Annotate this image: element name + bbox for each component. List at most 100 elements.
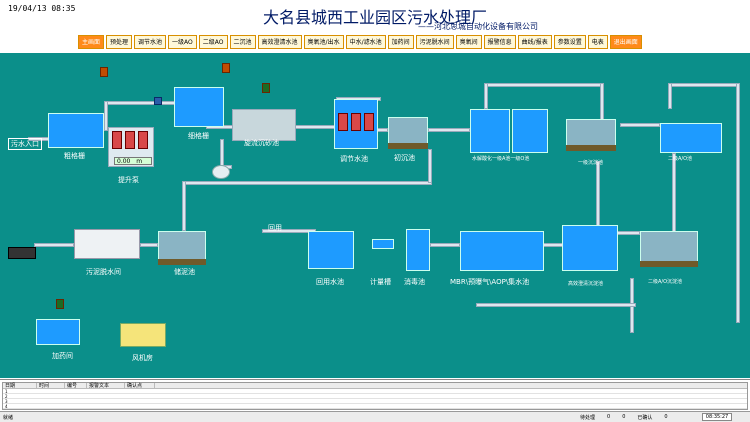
nav-dosing[interactable]: 加药间 (387, 35, 414, 49)
nav-secondary-clarifier[interactable]: 二沉池 (229, 35, 256, 49)
sludge-truck-icon (8, 247, 36, 259)
nav-pretreatment[interactable]: 预处理 (106, 35, 133, 49)
fine-screen-label: 细格栅 (188, 132, 209, 140)
grit-blower-icon[interactable] (212, 165, 230, 179)
alarm-col-confirm: 确认点 (125, 383, 155, 389)
mbr-label: MBR\预曝气\AOP\集水池 (450, 278, 530, 286)
pipe-grit-down (220, 139, 224, 167)
alarm-col-date: 日期 (3, 383, 37, 389)
grit-agitator-icon[interactable] (262, 83, 270, 93)
nav-reuse-filter[interactable]: 中水/滤水池 (345, 35, 386, 49)
second-clarifier-tank[interactable] (640, 231, 698, 265)
pipe-ao1-left-up (484, 83, 488, 109)
pipe-ao2-top (668, 83, 738, 87)
scada-window: 19/04/13 08:35 大名县城西工业园区污水处理厂 ——河北思城自动化设… (0, 0, 750, 422)
pipe-sludge-down (182, 181, 186, 231)
page-title: 大名县城西工业园区污水处理厂 (262, 8, 487, 27)
fine-screen-tank[interactable] (174, 87, 224, 127)
pipe-first-sed-down (596, 161, 600, 231)
nav-ao2[interactable]: 二级AO (198, 35, 228, 49)
status-pending-label: 待处理 (580, 415, 596, 421)
pipe-mbr-to-disinfect (430, 243, 460, 247)
nav-dewatering[interactable]: 污泥脱水间 (415, 35, 454, 49)
lift-pump-1-icon[interactable] (112, 131, 122, 149)
sludge-storage-label: 储泥池 (174, 268, 195, 276)
aerobic-o-tank[interactable] (512, 109, 548, 153)
primary-sludge (388, 143, 428, 149)
dewatering-room[interactable] (74, 229, 140, 259)
nav-ozone-outlet[interactable]: 臭氧池/出水 (303, 35, 344, 49)
dosing-label: 加药间 (52, 352, 73, 360)
status-pending-value: 0 (607, 414, 611, 420)
blower-room-label: 风机房 (132, 354, 153, 362)
pipe-lift-to-fine (105, 101, 180, 105)
pipe-primary-sludge (428, 149, 432, 183)
hydrolysis-a-label: 水解酸化一级A池 (472, 156, 511, 162)
nav-meter[interactable]: 电表 (587, 35, 608, 49)
grit-chamber-tank[interactable] (232, 109, 296, 141)
second-clarifier-label: 二级A/O沉淀池 (648, 279, 683, 285)
second-ao-tank[interactable] (660, 123, 722, 153)
level-value: 0.00 (117, 158, 131, 165)
nav-parameters[interactable]: 参数设置 (553, 35, 586, 49)
nav-ozone-room[interactable]: 臭氧间 (455, 35, 482, 49)
dosing-tank[interactable] (36, 319, 80, 345)
metering-label: 计量槽 (370, 278, 391, 286)
lift-pump-label: 提升泵 (118, 176, 139, 184)
level-unit: m (136, 158, 143, 165)
first-sed-label: 一级沉淀池 (578, 160, 604, 166)
pipe-ao1-right-down (600, 83, 604, 123)
nav-ao1[interactable]: 一级AO (168, 35, 197, 49)
alarm-panel: 日期 时间 编号 报警文本 确认点 1 2 3 4 (0, 379, 750, 411)
nav-regulating-tank[interactable]: 调节水池 (134, 35, 167, 49)
status-ready: 就绪 (3, 415, 14, 421)
lift-valve-icon[interactable] (154, 97, 162, 105)
nav-high-efficiency[interactable]: 高效澄清水池 (257, 35, 302, 49)
lift-pump-3-icon[interactable] (138, 131, 148, 149)
level-display: 0.00 m (114, 157, 152, 165)
blower-room[interactable] (120, 323, 166, 347)
nav-exit[interactable]: 退出画面 (609, 35, 642, 49)
second-ao-label: 二级A/O池 (668, 156, 693, 162)
disinfect-tank[interactable] (406, 229, 430, 271)
high-efficiency-tank[interactable] (562, 225, 618, 271)
pipe-sludge-return (182, 181, 432, 185)
nav-bar: 主画面 预处理 调节水池 一级AO 二级AO 二沉池 高效澄清水池 臭氧池/出水… (78, 35, 642, 50)
reuse-outlet-label: 回用 (268, 224, 282, 232)
pipe-sludge-to-dewater (34, 243, 74, 247)
status-confirmed-value: 0 (664, 414, 668, 420)
alarm-row[interactable]: 4 (3, 404, 747, 409)
coarse-screen-label: 粗格栅 (64, 152, 85, 160)
metering-tank[interactable] (372, 239, 394, 249)
dewatering-label: 污泥脱水间 (86, 268, 121, 276)
dosing-agitator-icon[interactable] (56, 299, 64, 309)
reg-pump-1-icon[interactable] (338, 113, 348, 131)
coarse-screen-tank[interactable] (48, 113, 104, 148)
alarm-col-id: 编号 (65, 383, 87, 389)
status-confirmed-label: 已确认 (637, 415, 653, 421)
mbr-tank[interactable] (460, 231, 544, 271)
second-clarifier-sludge (640, 261, 698, 267)
reuse-tank[interactable] (308, 231, 354, 269)
sludge-storage-sludge (158, 259, 206, 265)
fine-screen-motor-icon[interactable] (222, 63, 230, 73)
status-counts: 待处理 0 0 已确认 0 (580, 414, 668, 421)
nav-trend-report[interactable]: 曲线/报表 (517, 35, 552, 49)
regulating-tank-label: 调节水池 (340, 155, 368, 163)
coarse-screen-motor-icon[interactable] (100, 67, 108, 77)
reg-pump-3-icon[interactable] (364, 113, 374, 131)
disinfect-label: 消毒池 (404, 278, 425, 286)
status-bar: 就绪 待处理 0 0 已确认 0 08:35:27 (0, 411, 750, 422)
process-canvas: 污水入口 粗格栅 0.00 m 提升泵 细格栅 旋流沉砂池 调节水池 初沉池 水… (0, 53, 750, 378)
reg-pump-2-icon[interactable] (351, 113, 361, 131)
aerobic-o-label: 一级O池 (510, 156, 530, 162)
hydrolysis-a-tank[interactable] (470, 109, 510, 153)
pipe-primary-to-ao1 (428, 128, 470, 132)
nav-main[interactable]: 主画面 (78, 35, 105, 49)
lift-pump-2-icon[interactable] (125, 131, 135, 149)
reuse-tank-label: 回用水池 (316, 278, 344, 286)
nav-alarm[interactable]: 报警信息 (483, 35, 516, 49)
pipe-ao2-right (736, 83, 740, 323)
status-other-value: 0 (622, 414, 626, 420)
ao1-label: 水解酸化一级A池一级O池 (472, 155, 529, 162)
